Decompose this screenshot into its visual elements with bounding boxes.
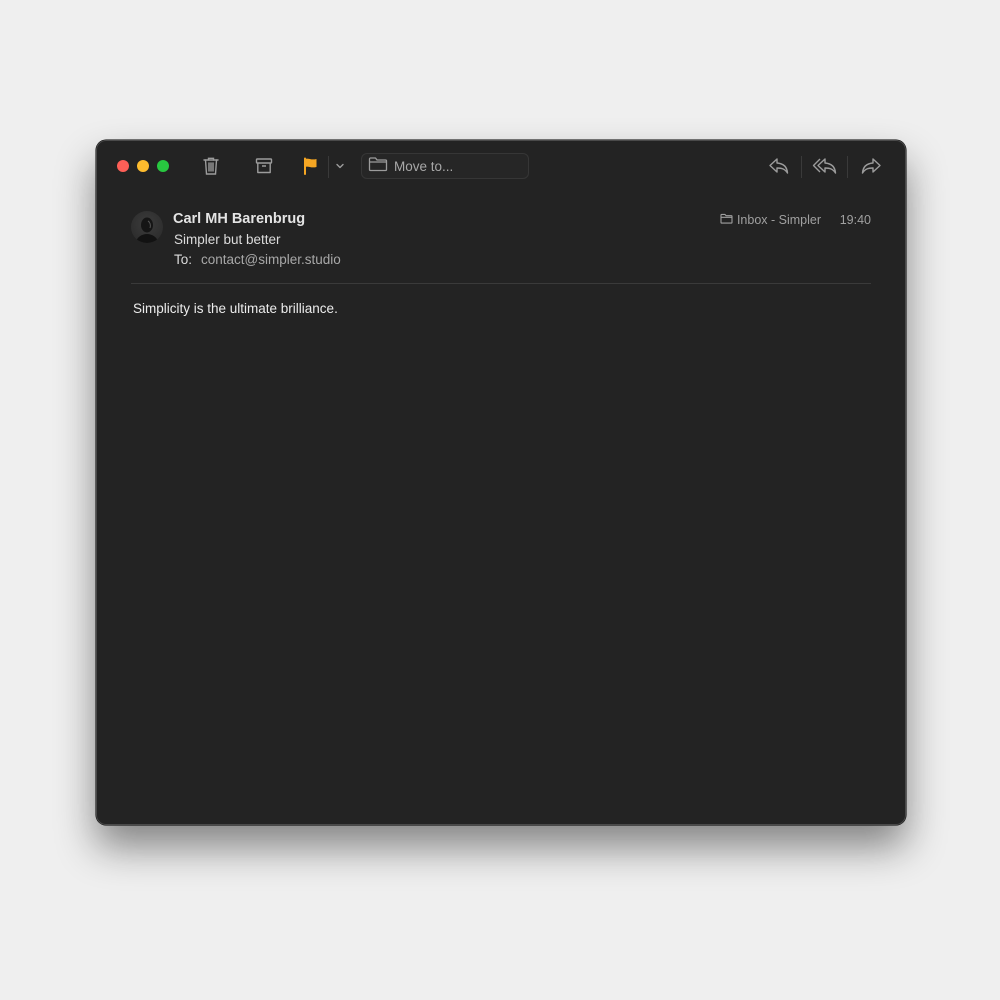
forward-icon xyxy=(860,157,882,175)
folder-icon xyxy=(720,213,737,227)
close-window-button[interactable] xyxy=(117,160,129,172)
mailbox-location[interactable]: Inbox - Simpler xyxy=(720,213,821,227)
flag-menu-button[interactable] xyxy=(333,153,347,179)
message-body: Simplicity is the ultimate brilliance. xyxy=(133,301,338,316)
message-time: 19:40 xyxy=(839,213,871,227)
recipient-address[interactable]: contact@simpler.studio xyxy=(201,252,341,267)
header-divider xyxy=(131,283,871,284)
move-to-label: Move to... xyxy=(394,158,454,174)
move-to-button[interactable]: Move to... xyxy=(361,153,529,179)
reply-button[interactable] xyxy=(767,153,791,179)
toolbar-separator xyxy=(847,156,848,178)
archive-button[interactable] xyxy=(253,153,275,179)
flag-button[interactable] xyxy=(301,153,321,179)
sender-avatar[interactable] xyxy=(131,211,163,243)
reply-icon xyxy=(768,157,790,175)
delete-button[interactable] xyxy=(200,153,222,179)
reply-all-icon xyxy=(812,157,838,175)
folder-icon xyxy=(368,156,388,177)
mail-window: Move to... Carl MH Barenbrug Simpler but… xyxy=(96,140,906,825)
mailbox-name: Inbox - Simpler xyxy=(736,213,821,227)
reply-all-button[interactable] xyxy=(811,153,839,179)
archive-icon xyxy=(255,157,273,175)
toolbar: Move to... xyxy=(97,141,905,193)
to-label: To: xyxy=(174,252,193,267)
toolbar-separator xyxy=(801,156,802,178)
chevron-down-icon xyxy=(335,162,345,170)
maximize-window-button[interactable] xyxy=(157,160,169,172)
minimize-window-button[interactable] xyxy=(137,160,149,172)
toolbar-separator xyxy=(328,156,329,178)
message-subject: Simpler but better xyxy=(174,232,281,247)
trash-icon xyxy=(202,156,220,176)
flag-icon xyxy=(303,157,319,175)
forward-button[interactable] xyxy=(859,153,883,179)
sender-name[interactable]: Carl MH Barenbrug xyxy=(173,211,305,227)
